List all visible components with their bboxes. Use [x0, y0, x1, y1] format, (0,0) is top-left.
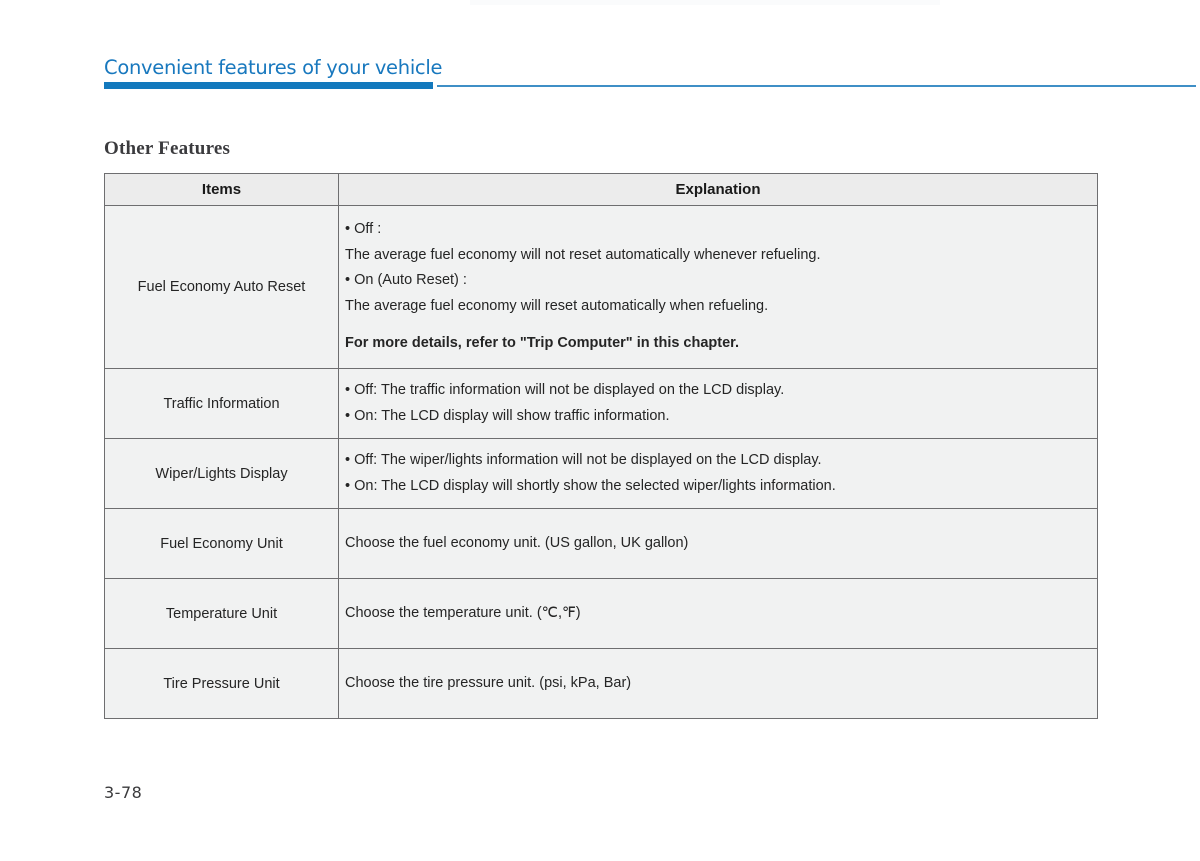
- table-body: Fuel Economy Auto Reset • Off : The aver…: [104, 205, 1098, 719]
- chapter-header: Convenient features of your vehicle: [104, 56, 1196, 89]
- explanation-line: • Off :: [345, 221, 382, 238]
- chapter-title: Convenient features of your vehicle: [104, 56, 443, 79]
- item-fuel-economy-auto-reset: Fuel Economy Auto Reset: [104, 205, 339, 369]
- explanation-line: • Off: The traffic information will not …: [345, 382, 785, 398]
- explanation-line: • On: The LCD display will show traffic …: [345, 407, 670, 424]
- chapter-header-rule-thick: [104, 82, 433, 89]
- chapter-header-rule: [104, 80, 1196, 89]
- table-header-row: Items Explanation: [104, 173, 1098, 206]
- explanation-line: Choose the temperature unit. (℃,℉): [345, 604, 581, 621]
- table-head: Items Explanation: [104, 173, 1098, 206]
- item-traffic-information: Traffic Information: [104, 368, 339, 439]
- explanation-fuel-economy-auto-reset: • Off : The average fuel economy will no…: [338, 205, 1098, 369]
- table-row: Fuel Economy Auto Reset • Off : The aver…: [104, 205, 1098, 369]
- explanation-line: Choose the fuel economy unit. (US gallon…: [345, 534, 689, 551]
- explanation-temperature-unit: Choose the temperature unit. (℃,℉): [338, 578, 1098, 649]
- explanation-line: • Off: The wiper/lights information will…: [345, 452, 822, 468]
- item-fuel-economy-unit: Fuel Economy Unit: [104, 508, 339, 579]
- column-header-explanation: Explanation: [338, 173, 1098, 206]
- explanation-wiper-lights-display: • Off: The wiper/lights information will…: [338, 438, 1098, 509]
- explanation-note-line: For more details, refer to "Trip Compute…: [345, 335, 740, 352]
- explanation-traffic-information: • Off: The traffic information will not …: [338, 368, 1098, 439]
- table-row: Wiper/Lights Display • Off: The wiper/li…: [104, 438, 1098, 509]
- explanation-line: The average fuel economy will not reset …: [345, 246, 821, 263]
- explanation-line: • On (Auto Reset) :: [345, 272, 467, 289]
- table-row: Fuel Economy Unit Choose the fuel econom…: [104, 508, 1098, 579]
- table-row: Temperature Unit Choose the temperature …: [104, 578, 1098, 649]
- page-top-scan-band: [470, 0, 940, 5]
- page-number: 3-78: [104, 783, 143, 802]
- chapter-header-rule-thin: [437, 85, 1196, 87]
- item-tire-pressure-unit: Tire Pressure Unit: [104, 648, 339, 719]
- explanation-line: • On: The LCD display will shortly show …: [345, 477, 836, 494]
- table-row: Traffic Information • Off: The traffic i…: [104, 368, 1098, 439]
- explanation-tire-pressure-unit: Choose the tire pressure unit. (psi, kPa…: [338, 648, 1098, 719]
- column-header-items: Items: [104, 173, 339, 206]
- explanation-line: Choose the tire pressure unit. (psi, kPa…: [345, 674, 632, 691]
- explanation-fuel-economy-unit: Choose the fuel economy unit. (US gallon…: [338, 508, 1098, 579]
- table-row: Tire Pressure Unit Choose the tire press…: [104, 648, 1098, 719]
- explanation-line: The average fuel economy will reset auto…: [345, 297, 769, 314]
- item-wiper-lights-display: Wiper/Lights Display: [104, 438, 339, 509]
- item-temperature-unit: Temperature Unit: [104, 578, 339, 649]
- other-features-table: Items Explanation Fuel Economy Auto Rese…: [104, 173, 1098, 719]
- section-heading: Other Features: [104, 138, 231, 159]
